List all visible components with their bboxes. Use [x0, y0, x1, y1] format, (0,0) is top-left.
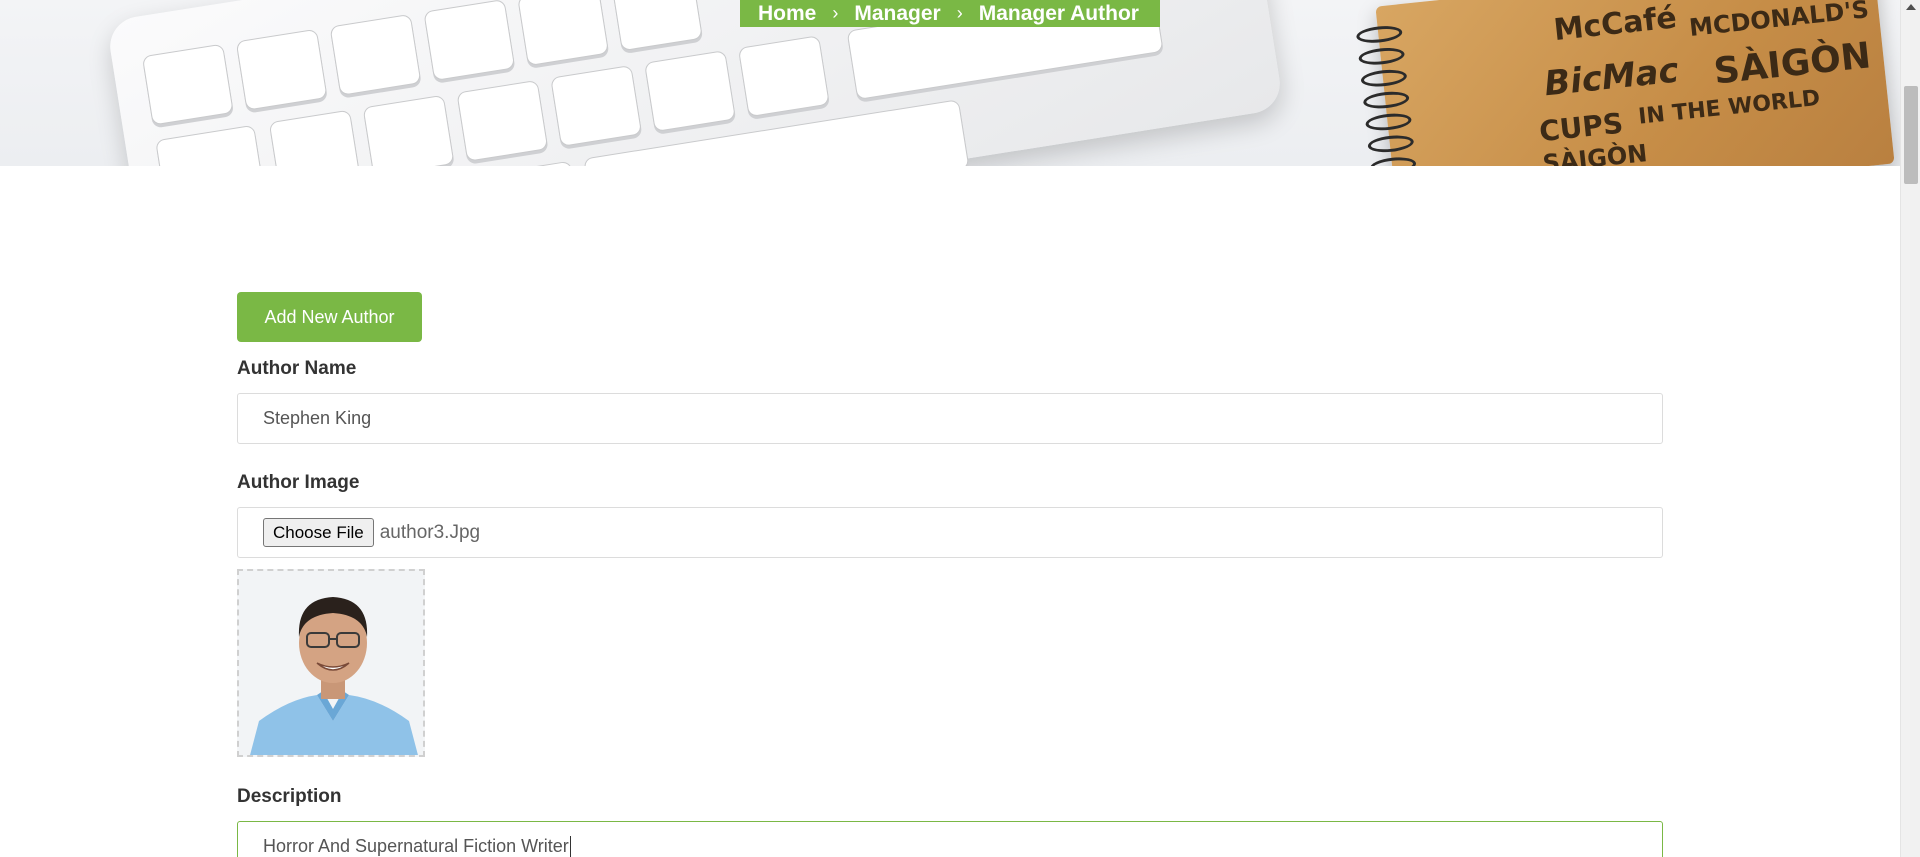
page-scrollbar[interactable] [1900, 0, 1920, 857]
breadcrumb: Home › Manager › Manager Author [740, 0, 1160, 27]
author-portrait [239, 571, 423, 755]
scroll-up-arrow-icon[interactable] [1906, 4, 1916, 10]
scrollbar-thumb[interactable] [1904, 86, 1918, 184]
author-image-file-input[interactable]: Choose File author3.Jpg [237, 507, 1663, 558]
chevron-right-icon: › [956, 3, 963, 23]
description-value: Horror And Supernatural Fiction Writer [263, 836, 569, 856]
text-caret [569, 835, 571, 857]
author-name-input[interactable]: Stephen King [237, 393, 1663, 444]
selected-file-name: author3.Jpg [379, 521, 481, 543]
author-name-value: Stephen King [263, 408, 372, 428]
choose-file-button[interactable]: Choose File [263, 518, 374, 547]
notebook-image: McCafé MCDONALD'S BicMac SÀIGÒN CUPS IN … [1355, 0, 1895, 166]
add-new-author-button[interactable]: Add New Author [237, 292, 422, 342]
author-name-label: Author Name [237, 358, 357, 379]
chevron-right-icon: › [832, 3, 839, 23]
description-label: Description [237, 786, 342, 807]
breadcrumb-manager-link[interactable]: Manager [854, 2, 940, 26]
author-image-label: Author Image [237, 472, 360, 493]
breadcrumb-current-page[interactable]: Manager Author [979, 2, 1139, 26]
breadcrumb-home-link[interactable]: Home [758, 2, 816, 26]
description-input[interactable]: Horror And Supernatural Fiction Writer [237, 821, 1663, 857]
author-image-preview [237, 569, 425, 757]
